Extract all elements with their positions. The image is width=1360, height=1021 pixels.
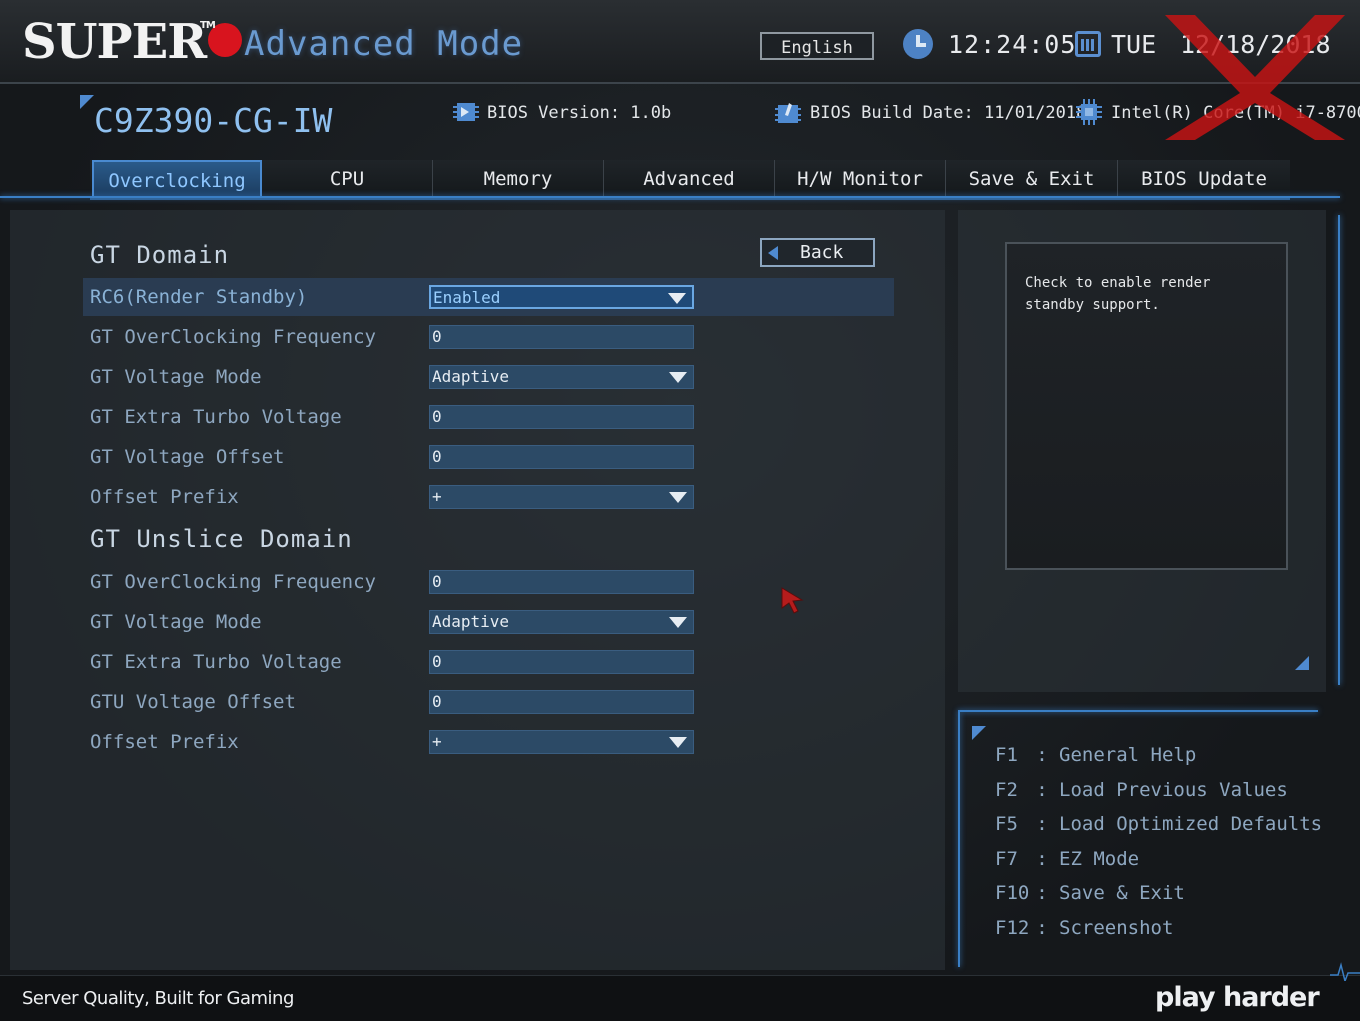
chevron-down-icon (669, 617, 687, 628)
gtu-offset-prefix-dropdown[interactable]: + (429, 730, 694, 754)
watermark-x-logo (1165, 15, 1345, 140)
keys-corner-icon (972, 726, 986, 740)
footer-bar: Server Quality, Built for Gaming play ha… (0, 962, 1360, 1021)
bios-chip-icon (453, 103, 479, 121)
hotkey-row: F10: Save & Exit (995, 882, 1185, 904)
tab-bios-update[interactable]: BIOS Update (1118, 160, 1290, 198)
field-value: + (432, 487, 442, 506)
build-chip-icon (775, 103, 801, 123)
hotkey-key: F10 (995, 882, 1030, 904)
field-value: 0 (432, 652, 442, 671)
hotkey-key: F2 (995, 779, 1018, 801)
setting-label: Offset Prefix (90, 486, 239, 508)
chevron-down-icon (668, 293, 686, 304)
hotkey-action: EZ Mode (1059, 848, 1140, 870)
field-value: 0 (432, 572, 442, 591)
help-text: Check to enable render standby support. (1025, 275, 1211, 313)
gt-oc-frequency-input[interactable]: 0 (429, 325, 694, 349)
hotkey-key: F7 (995, 848, 1018, 870)
hotkey-action: Load Optimized Defaults (1059, 813, 1323, 835)
field-value: 0 (432, 407, 442, 426)
chevron-down-icon (669, 372, 687, 383)
frame-right-line (1338, 215, 1340, 685)
language-select[interactable]: English (760, 32, 874, 60)
setting-label: GTU Voltage Offset (90, 691, 296, 713)
tab-bar: Overclocking CPU Memory Advanced H/W Mon… (90, 160, 1290, 200)
hotkey-action: Save & Exit (1059, 882, 1185, 904)
model-corner-icon (80, 95, 94, 109)
board-model: C9Z390-CG-IW (94, 101, 333, 140)
play-harder-logo: play harder (1155, 982, 1320, 1013)
setting-label: RC6(Render Standby) (90, 286, 308, 308)
bios-version: BIOS Version: 1.0b (487, 103, 672, 123)
setting-label: GT Extra Turbo Voltage (90, 406, 342, 428)
help-box: Check to enable render standby support. (1005, 242, 1288, 570)
cpu-icon (1076, 99, 1102, 125)
hotkey-key: F5 (995, 813, 1018, 835)
setting-label: GT Voltage Mode (90, 611, 262, 633)
section-title-gt-unslice: GT Unslice Domain (90, 525, 353, 553)
tab-save-exit[interactable]: Save & Exit (946, 160, 1118, 198)
field-value: + (432, 732, 442, 751)
hotkey-key: F12 (995, 917, 1030, 939)
setting-label: GT OverClocking Frequency (90, 571, 376, 593)
gtu-extra-turbo-voltage-input[interactable]: 0 (429, 650, 694, 674)
tab-memory[interactable]: Memory (433, 160, 604, 198)
field-value: Adaptive (432, 367, 510, 386)
pulse-line-icon (1330, 962, 1360, 981)
time-display: 12:24:05 (948, 30, 1077, 59)
keys-frame-left (958, 712, 960, 967)
gt-extra-turbo-voltage-input[interactable]: 0 (429, 405, 694, 429)
field-value: 0 (432, 692, 442, 711)
field-value: Enabled (433, 288, 501, 307)
frame-line (0, 196, 1340, 198)
hotkey-row: F5: Load Optimized Defaults (995, 813, 1323, 835)
hotkey-row: F2: Load Previous Values (995, 779, 1288, 801)
gt-voltage-mode-dropdown[interactable]: Adaptive (429, 365, 694, 389)
gtu-voltage-mode-dropdown[interactable]: Adaptive (429, 610, 694, 634)
supermicro-logo: SUPER TM (22, 14, 243, 74)
day-display: TUE (1111, 30, 1157, 59)
gt-voltage-offset-input[interactable]: 0 (429, 445, 694, 469)
bios-build-date: BIOS Build Date: 11/01/2018 (810, 103, 1087, 123)
keys-frame-top (958, 710, 1318, 712)
setting-label: GT Extra Turbo Voltage (90, 651, 342, 673)
hotkey-row: F7: EZ Mode (995, 848, 1140, 870)
field-value: 0 (432, 327, 442, 346)
gt-offset-prefix-dropdown[interactable]: + (429, 485, 694, 509)
chevron-down-icon (669, 492, 687, 503)
section-title-gt-domain: GT Domain (90, 241, 230, 269)
hotkey-row: F12: Screenshot (995, 917, 1174, 939)
back-label: Back (800, 242, 844, 263)
clock-icon (903, 29, 933, 59)
setting-label: GT Voltage Offset (90, 446, 285, 468)
hotkey-action: Load Previous Values (1059, 779, 1288, 801)
hotkey-action: General Help (1059, 744, 1197, 766)
rc6-dropdown[interactable]: Enabled (429, 285, 694, 309)
field-value: 0 (432, 447, 442, 466)
hotkey-key: F1 (995, 744, 1018, 766)
help-corner-icon (1295, 656, 1309, 670)
gtu-oc-frequency-input[interactable]: 0 (429, 570, 694, 594)
tab-hw-monitor[interactable]: H/W Monitor (775, 160, 946, 198)
tab-advanced[interactable]: Advanced (604, 160, 775, 198)
back-button[interactable]: Back (760, 238, 875, 267)
gtu-voltage-offset-input[interactable]: 0 (429, 690, 694, 714)
hotkey-action: Screenshot (1059, 917, 1174, 939)
chevron-down-icon (669, 737, 687, 748)
calendar-icon (1075, 31, 1101, 57)
setting-label: GT OverClocking Frequency (90, 326, 376, 348)
tab-overclocking[interactable]: Overclocking (92, 160, 262, 198)
setting-label: Offset Prefix (90, 731, 239, 753)
tab-cpu[interactable]: CPU (262, 160, 433, 198)
footer-tagline: Server Quality, Built for Gaming (22, 988, 294, 1009)
logo-trademark: TM (200, 20, 216, 31)
field-value: Adaptive (432, 612, 510, 631)
back-arrow-icon (768, 246, 778, 260)
hotkey-row: F1: General Help (995, 744, 1197, 766)
setting-label: GT Voltage Mode (90, 366, 262, 388)
mouse-cursor-icon (781, 587, 804, 614)
mode-title: Advanced Mode (244, 24, 524, 64)
